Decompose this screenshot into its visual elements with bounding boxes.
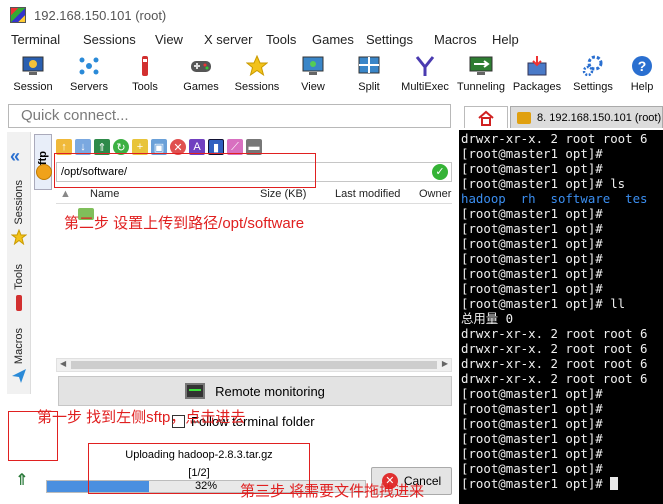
servers-icon bbox=[76, 54, 102, 78]
key-icon bbox=[517, 111, 531, 124]
quick-connect-input[interactable]: Quick connect... bbox=[8, 104, 451, 128]
terminal-line: [root@master1 opt]# bbox=[461, 146, 603, 161]
column-last-modified[interactable]: Last modified bbox=[335, 188, 400, 200]
session-icon bbox=[20, 54, 46, 78]
terminal-line: [root@master1 opt]# bbox=[461, 236, 603, 251]
terminal-line: drwxr-xr-x. 2 root root 6 bbox=[461, 326, 648, 341]
column-name[interactable]: Name bbox=[90, 188, 119, 200]
games-button[interactable]: Games bbox=[173, 52, 229, 98]
view-button[interactable]: View bbox=[285, 52, 341, 98]
path-confirm-icon[interactable]: ✓ bbox=[432, 164, 448, 180]
title-bar: 192.168.150.101 (root) bbox=[0, 0, 663, 30]
menu-games[interactable]: Games bbox=[312, 32, 354, 47]
split-button[interactable]: Split bbox=[341, 52, 397, 98]
help-button[interactable]: ? Help bbox=[621, 52, 663, 98]
main-toolbar: Session Servers Tools Games Sessions Vie… bbox=[0, 50, 663, 100]
help-icon: ? bbox=[629, 54, 655, 78]
star-icon bbox=[244, 54, 270, 78]
terminal-line: drwxr-xr-x. 2 root root 6 bbox=[461, 131, 648, 146]
horizontal-scrollbar[interactable]: ◀ ▶ bbox=[56, 358, 452, 372]
packages-icon bbox=[524, 54, 550, 78]
sort-arrow-icon: ▲ bbox=[60, 188, 71, 200]
gear-icon bbox=[580, 54, 606, 78]
menu-bar: Terminal Sessions View X server Tools Ga… bbox=[0, 30, 663, 50]
svg-text:?: ? bbox=[638, 58, 647, 74]
terminal-line: hadoop rh software tes bbox=[461, 191, 648, 206]
menu-help[interactable]: Help bbox=[492, 32, 519, 47]
star-icon bbox=[11, 228, 27, 245]
terminal-tab-label: 8. 192.168.150.101 (root) bbox=[537, 111, 662, 124]
terminal-line: drwxr-xr-x. 2 root root 6 bbox=[461, 341, 648, 356]
packages-button[interactable]: Packages bbox=[509, 52, 565, 98]
annotation-step3: 第三步 将需要文件拖拽进来 bbox=[240, 483, 425, 500]
games-icon bbox=[188, 54, 214, 78]
terminal-line: [root@master1 opt]# bbox=[461, 161, 603, 176]
terminal-line: [root@master1 opt]# bbox=[461, 401, 603, 416]
tunneling-button[interactable]: Tunneling bbox=[453, 52, 509, 98]
home-tab[interactable] bbox=[464, 106, 508, 128]
send-icon bbox=[12, 369, 26, 384]
scrollbar-thumb[interactable] bbox=[71, 361, 437, 369]
menu-terminal[interactable]: Terminal bbox=[11, 32, 60, 47]
session-button[interactable]: Session bbox=[5, 52, 61, 98]
multiexec-icon bbox=[412, 54, 438, 78]
terminal-line: [root@master1 opt]# ls bbox=[461, 176, 626, 191]
annotation-path-box bbox=[54, 153, 316, 188]
menu-view[interactable]: View bbox=[155, 32, 183, 47]
terminal-line: [root@master1 opt]# bbox=[461, 206, 603, 221]
terminal-line: 总用量 0 bbox=[461, 311, 514, 326]
collapse-sidebar-icon[interactable]: « bbox=[10, 146, 20, 167]
tunneling-icon bbox=[468, 54, 494, 78]
terminal-line: [root@master1 opt]# bbox=[461, 221, 603, 236]
terminal-line: [root@master1 opt]# bbox=[461, 416, 603, 431]
terminal-line: drwxr-xr-x. 2 root root 6 bbox=[461, 371, 648, 386]
column-size[interactable]: Size (KB) bbox=[260, 188, 306, 200]
side-tab-sessions[interactable]: Sessions bbox=[7, 180, 31, 245]
terminal-line: [root@master1 opt]# bbox=[461, 446, 603, 461]
tools-button[interactable]: Tools bbox=[117, 52, 173, 98]
terminal-pane[interactable]: drwxr-xr-x. 2 root root 6 [root@master1 o… bbox=[459, 130, 663, 504]
terminal-line: [root@master1 opt]# bbox=[461, 281, 603, 296]
window-title: 192.168.150.101 (root) bbox=[34, 7, 167, 23]
scroll-right-icon[interactable]: ▶ bbox=[442, 359, 448, 368]
terminal-line: [root@master1 opt]# bbox=[461, 461, 603, 476]
scroll-left-icon[interactable]: ◀ bbox=[60, 359, 66, 368]
sessions-button[interactable]: Sessions bbox=[229, 52, 285, 98]
terminal-line: [root@master1 opt]# ll bbox=[461, 296, 626, 311]
terminal-tab[interactable]: 8. 192.168.150.101 (root) bbox=[510, 106, 663, 128]
terminal-line: [root@master1 opt]# bbox=[461, 386, 603, 401]
terminal-line: [root@master1 opt]# bbox=[461, 266, 603, 281]
terminal-line: [root@master1 opt]# bbox=[461, 251, 603, 266]
multiexec-button[interactable]: MultiExec bbox=[397, 52, 453, 98]
settings-button[interactable]: Settings bbox=[565, 52, 621, 98]
annotation-step1: 第一步 找到左侧sftp，点击进去 bbox=[37, 409, 246, 426]
terminal-line: [root@master1 opt]# bbox=[461, 431, 603, 446]
side-tab-macros[interactable]: Macros bbox=[7, 328, 31, 384]
terminal-cursor bbox=[610, 477, 619, 490]
upload-arrow-icon: ⇑ bbox=[15, 472, 29, 489]
menu-settings[interactable]: Settings bbox=[366, 32, 413, 47]
monitor-icon bbox=[185, 383, 206, 399]
tools-icon bbox=[132, 54, 158, 78]
column-owner[interactable]: Owner bbox=[419, 188, 451, 200]
side-tab-tools[interactable]: Tools bbox=[7, 264, 31, 312]
terminal-line: [root@master1 opt]# bbox=[461, 476, 648, 491]
annotation-step2: 第二步 设置上传到路径/opt/software bbox=[64, 215, 305, 232]
home-icon bbox=[478, 110, 494, 126]
view-icon bbox=[300, 54, 326, 78]
remote-monitoring-button[interactable]: Remote monitoring bbox=[58, 376, 452, 406]
menu-x-server[interactable]: X server bbox=[204, 32, 252, 47]
file-list-header: ▲ Name Size (KB) Last modified Owner bbox=[56, 186, 452, 204]
terminal-output: drwxr-xr-x. 2 root root 6 [root@master1 o… bbox=[461, 131, 648, 491]
servers-button[interactable]: Servers bbox=[61, 52, 117, 98]
menu-macros[interactable]: Macros bbox=[434, 32, 477, 47]
tools-icon bbox=[16, 294, 22, 311]
terminal-line: drwxr-xr-x. 2 root root 6 bbox=[461, 356, 648, 371]
split-icon bbox=[356, 54, 382, 78]
menu-sessions[interactable]: Sessions bbox=[83, 32, 136, 47]
path-bookmark-icon[interactable] bbox=[36, 164, 52, 180]
mobaxterm-logo-icon bbox=[10, 7, 26, 23]
side-tab-bar: Sessions Tools Macros bbox=[7, 132, 31, 394]
menu-tools[interactable]: Tools bbox=[266, 32, 296, 47]
